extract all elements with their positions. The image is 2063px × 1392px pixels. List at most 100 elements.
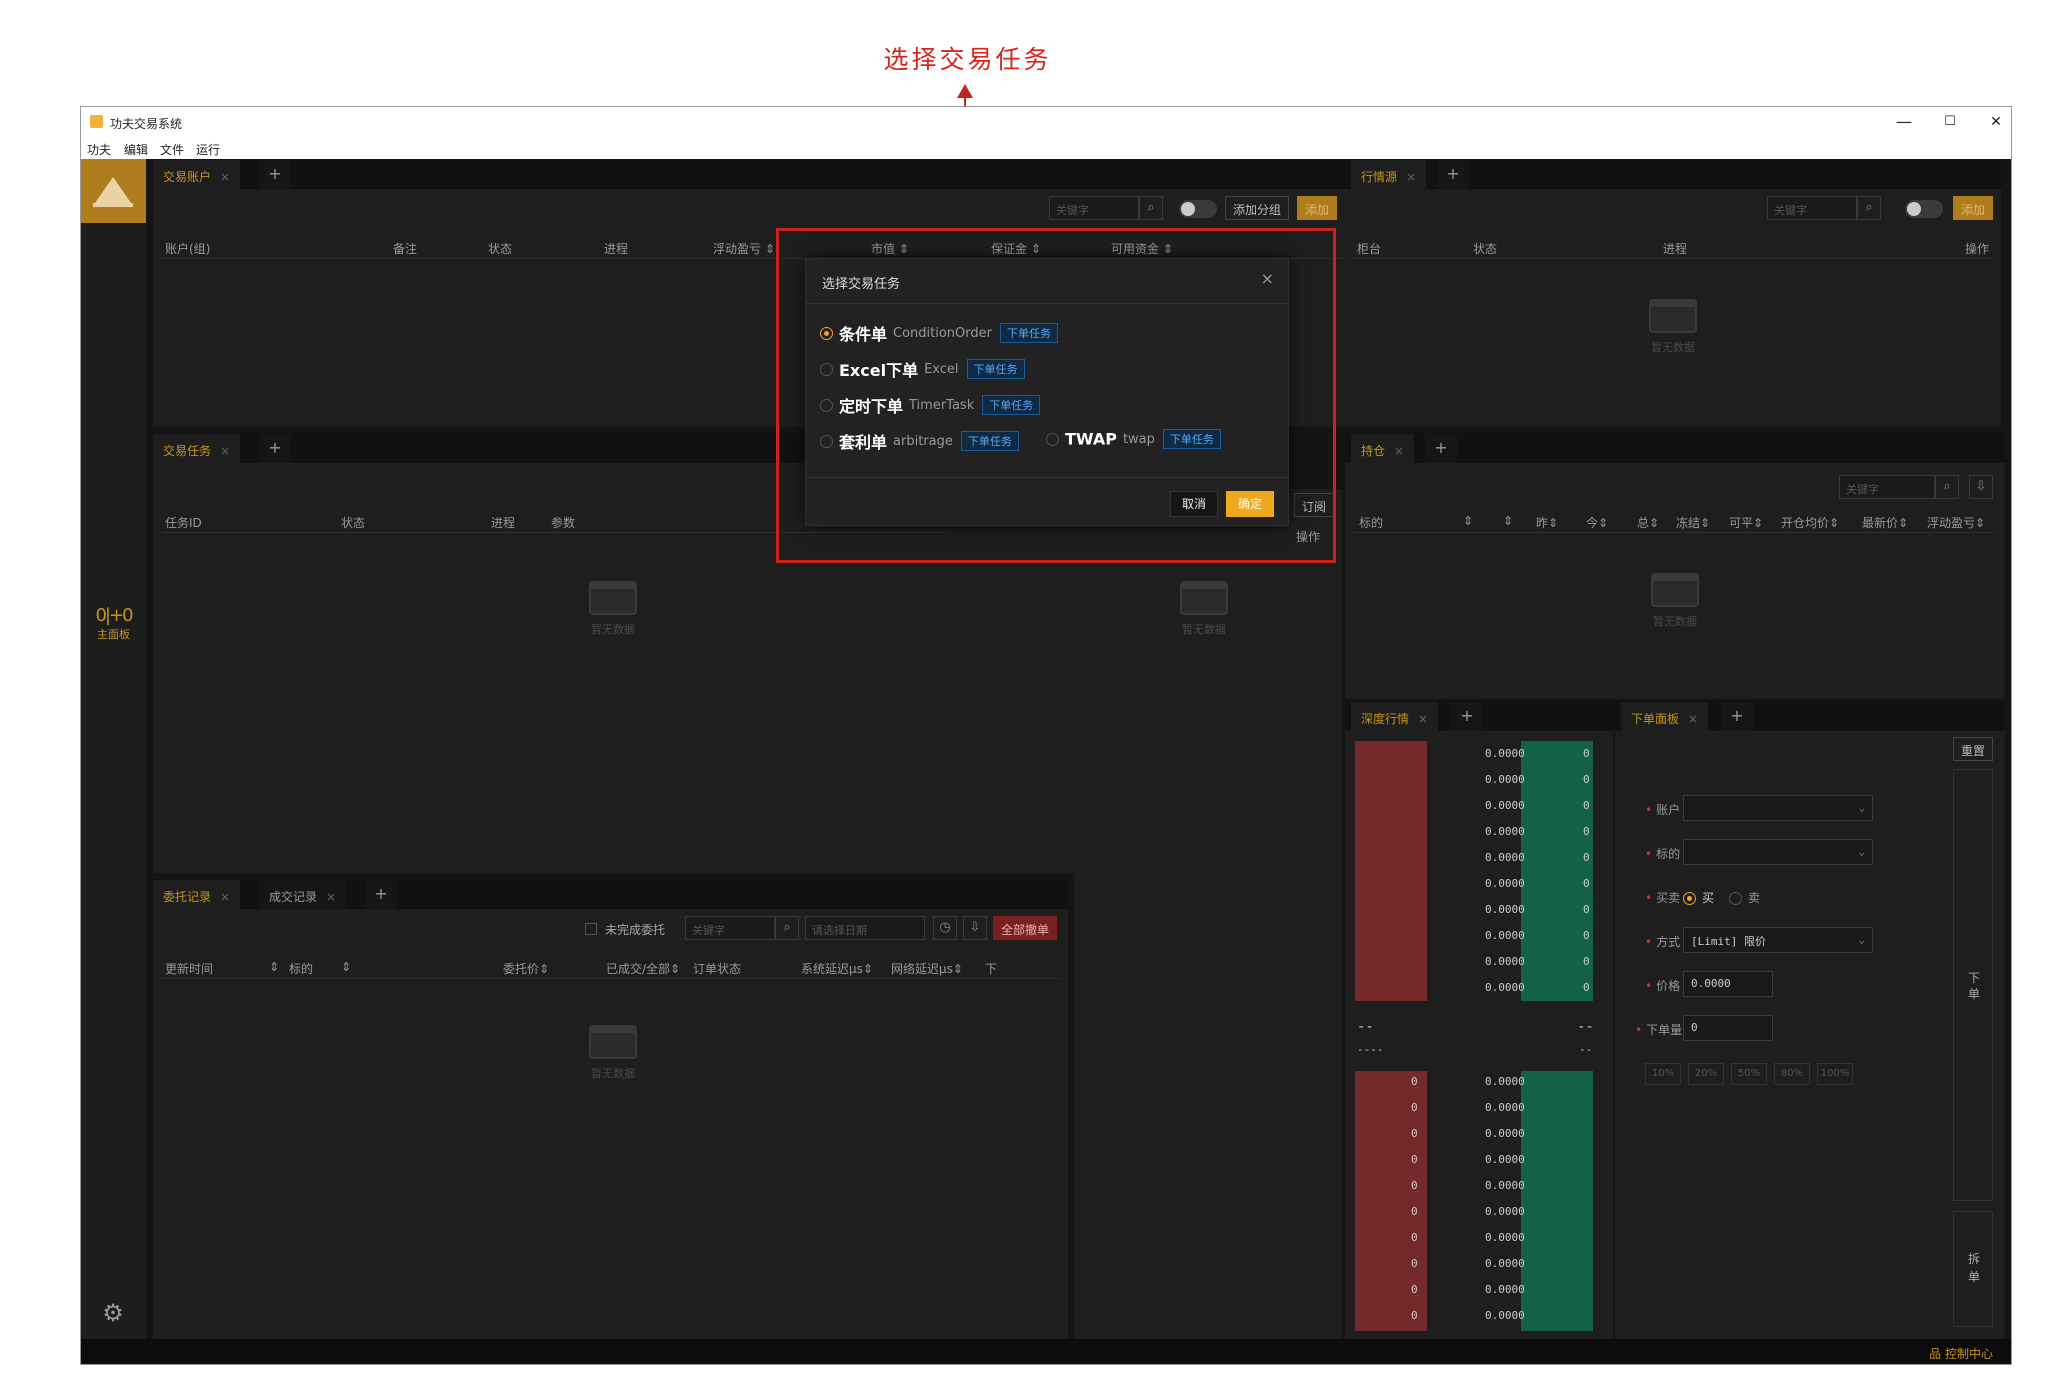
col-sys-latency[interactable]: 系统延迟μs⇕ [801,960,873,977]
cancel-button[interactable]: 取消 [1170,491,1218,517]
add-market-button[interactable]: 添加 [1953,196,1994,220]
reset-button[interactable]: 重置 [1953,737,1994,761]
option-twap[interactable]: TWAP twap 下单任务 [1046,429,1221,449]
search-icon[interactable]: ⌕ [1857,196,1881,220]
tab-positions[interactable]: 持仓 × [1351,434,1415,463]
ok-button[interactable]: 确定 [1226,491,1274,517]
download-icon[interactable]: ⇩ [1969,475,1993,499]
col-sort[interactable]: ⇕ [269,960,279,974]
col-update-time[interactable]: 更新时间 [165,960,213,977]
nav-main-label: 主面板 [97,628,130,641]
kungfu-logo [81,159,146,223]
col-today[interactable]: 今⇕ [1586,514,1608,531]
mid-price-left: -- [1357,1019,1374,1035]
add-tab-button[interactable]: + [1721,702,1753,731]
minimize-button[interactable]: — [1891,111,1917,133]
date-picker[interactable]: 请选择日期 [805,916,925,940]
add-tab-button[interactable]: + [1437,160,1469,189]
unfinished-checkbox[interactable] [585,923,597,935]
dialog-title: 选择交易任务 [822,277,901,292]
close-icon[interactable]: × [1261,269,1274,288]
account-label: • 账户 [1645,803,1681,817]
pct-50-button[interactable]: 50% [1731,1063,1767,1085]
tab-tasks[interactable]: 交易任务 × [153,434,241,463]
col-float-pnl[interactable]: 浮动盈亏⇕ [1927,514,1985,531]
col-closable[interactable]: 可平⇕ [1729,514,1763,531]
sell-radio[interactable]: 卖 [1729,889,1760,906]
place-order-button[interactable]: 下单 [1953,769,1993,1201]
pct-80-button[interactable]: 80% [1774,1063,1810,1085]
maximize-button[interactable]: ☐ [1937,111,1963,133]
pct-10-button[interactable]: 10% [1645,1063,1681,1085]
search-icon[interactable]: ⌕ [1935,475,1959,499]
col-total[interactable]: 总⇕ [1637,514,1659,531]
accounts-search-input[interactable]: 关键字 [1049,196,1139,220]
tab-order-entry[interactable]: 下单面板 × [1621,702,1709,731]
add-tab-button[interactable]: + [365,880,397,909]
tab-orders[interactable]: 委托记录 × [153,880,241,909]
control-center-link[interactable]: 品 控制中心 [1929,1345,1993,1362]
close-button[interactable]: ✕ [1983,111,2009,133]
instrument-select[interactable]: ⌄ [1683,839,1873,865]
tab-trades[interactable]: 成交记录 × [259,880,347,909]
radio-icon [820,434,833,448]
ask-volume: 0 [1583,747,1590,760]
col-avg-open[interactable]: 开仓均价⇕ [1781,514,1839,531]
menu-run[interactable]: 运行 [196,141,220,158]
split-order-button[interactable]: 拆单 [1953,1211,1993,1327]
radio-icon [820,398,833,412]
col-float-pnl[interactable]: 浮动盈亏 ⇕ [713,240,775,257]
orders-search-input[interactable]: 关键字 [685,916,775,940]
col-sort[interactable]: ⇕ [1463,514,1473,528]
tab-market-source[interactable]: 行情源 × [1351,160,1427,189]
col-sort[interactable]: ⇕ [341,960,351,974]
mode-select[interactable]: [Limit] 限价 ⌄ [1683,927,1873,953]
col-status: 状态 [1473,242,1498,256]
cancel-all-button[interactable]: 全部撤单 [993,916,1058,940]
accounts-toggle[interactable] [1179,200,1217,218]
col-instrument[interactable]: 标的 [1359,514,1383,531]
pct-20-button[interactable]: 20% [1688,1063,1724,1085]
nav-main-panel[interactable]: 0|+0 主面板 [81,605,146,642]
download-icon[interactable]: ⇩ [963,916,987,940]
qty-input[interactable]: 0 [1683,1015,1773,1041]
col-yesterday[interactable]: 昨⇕ [1536,514,1558,531]
col-order-price[interactable]: 委托价⇕ [503,960,549,977]
col-filled[interactable]: 已成交/全部⇕ [606,960,680,977]
buy-radio[interactable]: 买 [1683,889,1714,906]
add-account-button[interactable]: 添加 [1297,196,1338,220]
menu-file[interactable]: 文件 [160,141,184,158]
col-frozen[interactable]: 冻结⇕ [1676,514,1710,531]
col-last-price[interactable]: 最新价⇕ [1862,514,1908,531]
option-arbitrage[interactable]: 套利单 arbitrage 下单任务 [820,429,1019,453]
add-tab-button[interactable]: + [259,160,291,189]
positions-search-input[interactable]: 关键字 [1839,475,1935,499]
add-group-button[interactable]: 添加分组 [1225,196,1290,220]
account-select[interactable]: ⌄ [1683,795,1873,821]
col-instrument[interactable]: 标的 [289,960,313,977]
market-toggle[interactable] [1905,200,1943,218]
menu-kungfu[interactable]: 功夫 [87,141,111,158]
pct-100-button[interactable]: 100% [1817,1063,1853,1085]
add-tab-button[interactable]: + [1425,434,1457,463]
add-tab-button[interactable]: + [1451,702,1483,731]
search-icon[interactable]: ⌕ [775,916,799,940]
option-timer-task[interactable]: 定时下单 TimerTask 下单任务 [820,393,1041,417]
col-sort[interactable]: ⇕ [1503,514,1513,528]
option-excel-order[interactable]: Excel下单 Excel 下单任务 [820,357,1025,381]
price-input[interactable]: 0.0000 [1683,971,1773,997]
price-label: • 价格 [1645,979,1681,993]
option-condition-order[interactable]: 条件单 ConditionOrder 下单任务 [820,321,1058,345]
col-net-latency[interactable]: 网络延迟μs⇕ [891,960,963,977]
bid-price: 0.0000 [1485,1179,1525,1192]
tab-accounts[interactable]: 交易账户 × [153,160,241,189]
search-icon[interactable]: ⌕ [1139,196,1163,220]
history-icon[interactable]: ◷ [933,916,957,940]
ask-price: 0.0000 [1485,851,1525,864]
gear-icon[interactable]: ⚙ [99,1299,127,1327]
add-tab-button[interactable]: + [259,434,291,463]
mid-spread-left: ---- [1357,1043,1384,1056]
market-search-input[interactable]: 关键字 [1767,196,1857,220]
menu-edit[interactable]: 编辑 [124,141,148,158]
tab-depth[interactable]: 深度行情 × [1351,702,1439,731]
